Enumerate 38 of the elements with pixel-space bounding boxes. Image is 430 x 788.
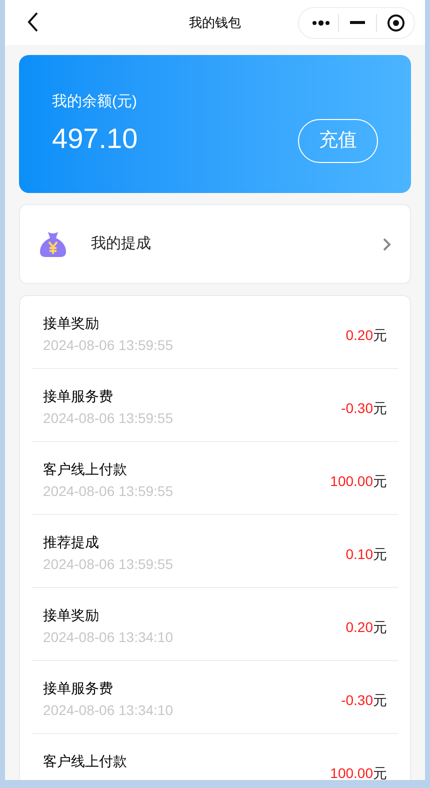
balance-amount: 497.10	[52, 122, 138, 156]
currency-unit: 元	[373, 618, 387, 636]
amount-text: 0.10	[346, 545, 373, 563]
page-title: 我的钱包	[189, 14, 241, 32]
currency-unit: 元	[373, 326, 387, 344]
amount-text: -0.30	[341, 691, 373, 709]
commission-row[interactable]: 我的提成	[19, 204, 411, 284]
transaction-title: 接单服务费	[43, 387, 114, 405]
transaction-title: 接单奖励	[43, 606, 100, 624]
transaction-time: 2024-08-06 13:34:10	[43, 628, 173, 646]
currency-unit: 元	[373, 691, 387, 709]
more-icon[interactable]	[312, 20, 330, 26]
transaction-title: 推荐提成	[43, 533, 100, 551]
amount-text: 0.20	[346, 326, 373, 344]
amount-text: -0.30	[341, 399, 373, 417]
transaction-title: 接单奖励	[43, 314, 100, 332]
minimize-icon[interactable]	[350, 21, 365, 25]
transaction-time: 2024-08-06 13:59:55	[43, 336, 173, 354]
amount-text: 100.00	[330, 472, 373, 490]
back-icon[interactable]	[27, 12, 39, 32]
chevron-right-icon	[383, 238, 391, 250]
currency-unit: 元	[373, 399, 387, 417]
amount-text: 100.00	[330, 764, 373, 780]
transaction-time: 2024-08-06 13:59:55	[43, 555, 173, 573]
balance-label: 我的余额(元)	[52, 92, 138, 112]
money-bag-icon	[39, 230, 67, 258]
currency-unit: 元	[373, 545, 387, 563]
transaction-title: 客户线上付款	[43, 460, 128, 478]
close-icon[interactable]	[387, 14, 405, 32]
transaction-time: 2024-08-06 13:34:10	[43, 701, 173, 719]
amount-text: 0.20	[346, 618, 373, 636]
transaction-time: 2024-08-06 13:59:55	[43, 482, 173, 500]
transaction-title: 接单服务费	[43, 679, 114, 697]
currency-unit: 元	[373, 764, 387, 780]
commission-label: 我的提成	[91, 234, 151, 254]
transaction-time: 2024-08-06 13:59:55	[43, 409, 173, 427]
currency-unit: 元	[373, 472, 387, 490]
transaction-title: 客户线上付款	[43, 752, 127, 770]
